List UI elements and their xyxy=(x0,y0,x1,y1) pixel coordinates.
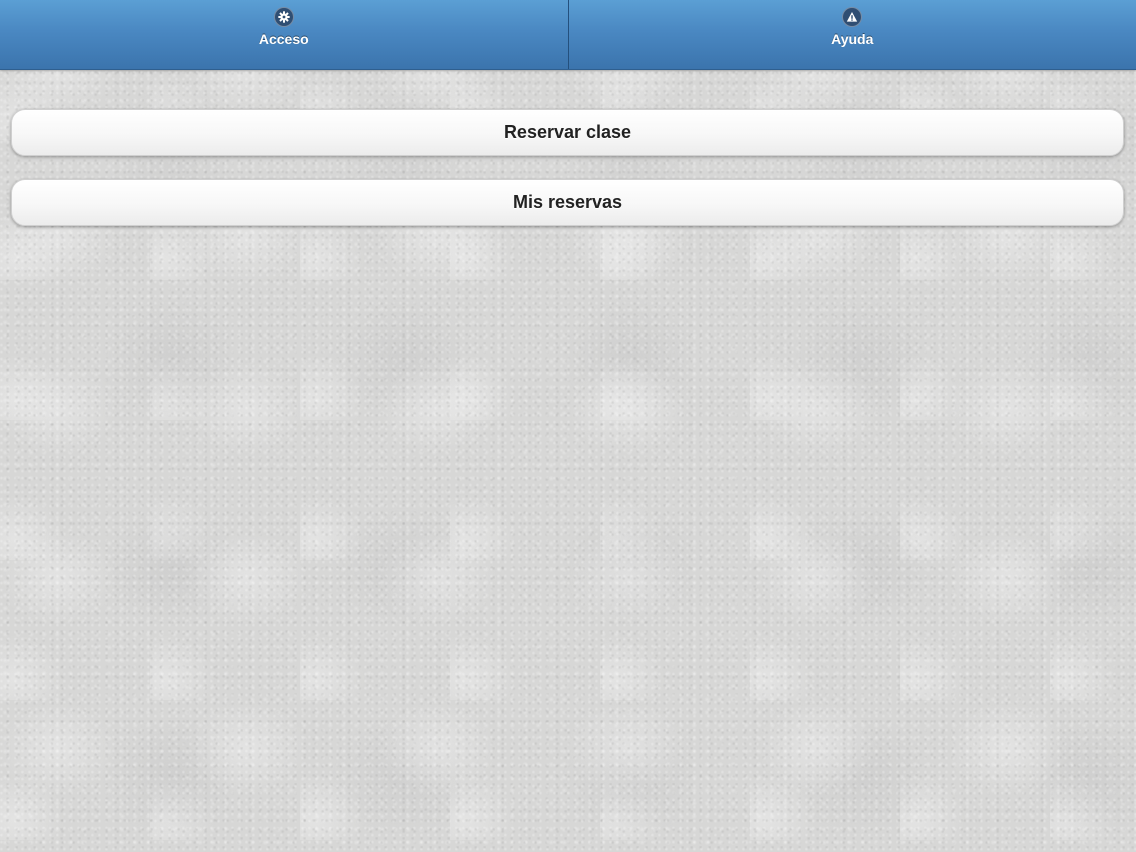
reservar-clase-label: Reservar clase xyxy=(503,122,632,142)
top-navbar: Acceso Ayuda xyxy=(0,0,1136,70)
main-menu: Reservar clase Mis reservas xyxy=(11,109,1124,249)
alert-icon xyxy=(842,7,863,27)
tab-acceso-label: Acceso xyxy=(258,31,309,47)
tab-acceso[interactable]: Acceso xyxy=(0,0,568,69)
mis-reservas-label: Mis reservas xyxy=(512,192,623,212)
mis-reservas-button[interactable]: Mis reservas xyxy=(11,179,1124,226)
gear-icon xyxy=(273,7,294,27)
tab-ayuda[interactable]: Ayuda xyxy=(567,0,1136,69)
reservar-clase-button[interactable]: Reservar clase xyxy=(11,109,1124,156)
tab-ayuda-label: Ayuda xyxy=(831,31,874,47)
